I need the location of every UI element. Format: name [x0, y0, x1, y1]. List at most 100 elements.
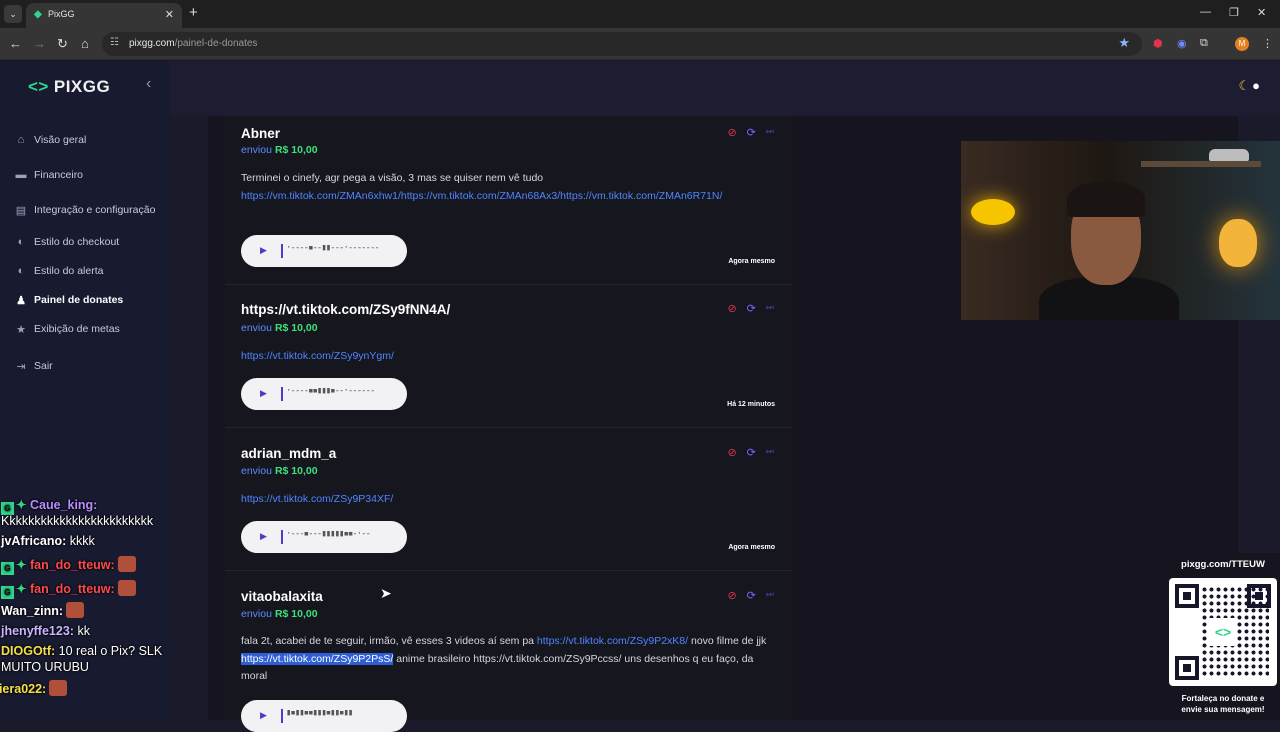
donation-amount-line: enviou R$ 10,00 [241, 608, 318, 620]
play-icon[interactable]: ▶ [260, 388, 267, 399]
sidebar-item-painel-donates[interactable]: ♟ Painel de donates [14, 290, 123, 310]
address-bar[interactable]: ☷ pixgg.com/painel-de-donates ★ [102, 32, 1142, 56]
tab-close-icon[interactable]: ✕ [165, 8, 174, 21]
play-icon[interactable]: ▶ [260, 245, 267, 256]
chat-message: Wan_zinn: [1, 602, 85, 618]
qr-url: pixgg.com/TTEUW [1181, 559, 1265, 570]
skip-icon[interactable]: ⏭ [766, 446, 774, 459]
audio-player[interactable]: ▶ ▮▪▮▮▪▪▮▮▮▪▮▮▪▮▮ [241, 700, 407, 732]
block-icon[interactable]: ⊘ [727, 589, 736, 602]
donation-time: Agora mesmo [728, 258, 775, 265]
webcam-lamp [1219, 219, 1257, 267]
minimize-icon[interactable]: — [1200, 6, 1211, 18]
replay-icon[interactable]: ⟳ [747, 302, 756, 315]
chat-message: MUITO URUBU [1, 660, 89, 674]
site-info-icon[interactable]: ☷ [110, 37, 119, 48]
top-bar: ☾ ● [170, 61, 1280, 116]
theme-toggle[interactable]: ☾ ● [1238, 78, 1260, 94]
donor-name: Abner [241, 126, 281, 141]
sidebar-item-estilo-checkout[interactable]: ◐ Estilo do checkout [14, 232, 120, 252]
skip-icon[interactable]: ⏭ [766, 126, 774, 139]
sidebar: <> PIXGG ‹ ⌂ Visão geral ▬ Financeiro ▤ Inte… [0, 61, 170, 720]
donation-amount: R$ 10,00 [274, 144, 318, 156]
emote-icon [117, 556, 136, 572]
audio-player[interactable]: ▶ ·----▪--▮▮---·------- [241, 235, 407, 267]
donation-card: vitaobalaxita enviou R$ 10,00 ⊘ ⟳ ⏭ fala … [225, 571, 792, 732]
sidebar-item-sair[interactable]: ⇥ Sair [14, 356, 52, 376]
donation-message: https://vt.tiktok.com/ZSy9P34XF/ [241, 491, 776, 509]
chat-message: DIOGOtf: 10 real o Pix? SLK [1, 644, 163, 658]
new-tab-icon[interactable]: + [189, 5, 198, 20]
replay-icon[interactable]: ⟳ [747, 589, 756, 602]
sidebar-item-estilo-alerta[interactable]: ◐ Estilo do alerta [14, 261, 104, 281]
audio-player[interactable]: ▶ ·---▪---▮▮▮▮▮▪▪-·-- [241, 521, 407, 553]
waveform-icon: ·----▪--▮▮---·------- [286, 243, 380, 253]
waveform-icon: ·---▪---▮▮▮▮▮▪▪-·-- [286, 529, 371, 539]
play-icon[interactable]: ▶ [260, 531, 267, 542]
webcam-lamp [971, 199, 1015, 225]
card-actions: ⊘ ⟳ ⏭ [727, 126, 774, 139]
chat-message: jhenyffe123: kk [1, 624, 90, 638]
replay-icon[interactable]: ⟳ [747, 446, 756, 459]
donor-name: vitaobalaxita [241, 589, 323, 604]
mouse-cursor-icon: ➤ [380, 585, 392, 601]
restore-icon[interactable]: ❐ [1229, 6, 1239, 19]
donor-name: https://vt.tiktok.com/ZSy9fNN4A/ [241, 302, 451, 317]
bookmark-star-icon[interactable]: ★ [1118, 35, 1130, 51]
emote-icon [66, 602, 85, 618]
media-cast-icon[interactable]: ◉ [1177, 37, 1187, 50]
home-icon[interactable]: ⌂ [81, 36, 89, 51]
audio-cursor[interactable] [281, 244, 283, 258]
audio-cursor[interactable] [281, 387, 283, 401]
palette-icon: ◐ [17, 265, 25, 277]
message-link-selected[interactable]: https://vt.tiktok.com/ZSy9P2PsS/ [241, 652, 394, 665]
qr-call-to-action: Fortaleça no donate e envie sua mensagem! [1181, 694, 1265, 714]
block-icon[interactable]: ⊘ [727, 302, 736, 315]
message-link[interactable]: https://vt.tiktok.com/ZSy9P2xK8/ [537, 635, 688, 647]
block-icon[interactable]: ⊘ [727, 126, 736, 139]
chat-message: viera022: [0, 680, 68, 696]
skip-icon[interactable]: ⏭ [766, 589, 774, 602]
card-actions: ⊘ ⟳ ⏭ [727, 446, 774, 459]
skip-icon[interactable]: ⏭ [766, 302, 774, 315]
sparkle-icon: ✦ [16, 582, 27, 596]
sidebar-item-visao-geral[interactable]: ⌂ Visão geral [14, 130, 87, 150]
menu-kebab-icon[interactable]: ⋮ [1262, 37, 1273, 50]
play-icon[interactable]: ▶ [260, 710, 267, 721]
donation-time: Há 12 minutos [727, 401, 775, 408]
qr-widget: pixgg.com/TTEUW <> Fortaleça no donate e… [1166, 553, 1280, 720]
url-text[interactable]: pixgg.com/painel-de-donates [129, 38, 257, 49]
qr-logo-icon: <> [1209, 618, 1237, 646]
waveform-icon: ▮▪▮▮▪▪▮▮▮▪▮▮▪▮▮ [286, 708, 353, 718]
waveform-icon: ·----▪▪▮▮▮▪--·------ [286, 386, 375, 396]
tab-search-dropdown-icon[interactable]: ⌄ [4, 5, 22, 23]
sidebar-item-financeiro[interactable]: ▬ Financeiro [14, 165, 84, 185]
audio-player[interactable]: ▶ ·----▪▪▮▮▮▪--·------ [241, 378, 407, 410]
donation-message: Terminei o cinefy, agr pega a visão, 3 m… [241, 172, 723, 202]
message-link[interactable]: https://vt.tiktok.com/ZSy9ynYgm/ [241, 350, 394, 362]
audio-cursor[interactable] [281, 709, 283, 723]
message-link[interactable]: https://vm.tiktok.com/ZMAn6xhw1/https://… [241, 190, 722, 202]
audio-cursor[interactable] [281, 530, 283, 544]
sparkle-icon: ✦ [16, 558, 27, 572]
tab-title: PixGG [48, 9, 75, 19]
extensions-puzzle-icon[interactable]: ⧉ [1200, 37, 1208, 50]
logout-icon: ⇥ [16, 360, 26, 373]
block-icon[interactable]: ⊘ [727, 446, 736, 459]
replay-icon[interactable]: ⟳ [747, 126, 756, 139]
extension-icon[interactable]: ⬢ [1153, 37, 1163, 50]
collapse-sidebar-icon[interactable]: ‹ [146, 75, 151, 93]
emote-icon [117, 580, 136, 596]
pixgg-logo[interactable]: <> PIXGG [28, 77, 110, 97]
forward-icon[interactable]: → [33, 36, 46, 51]
browser-tab[interactable]: ◆ PixGG ✕ [26, 3, 182, 28]
reload-icon[interactable]: ↻ [57, 36, 68, 52]
donation-message: https://vt.tiktok.com/ZSy9ynYgm/ [241, 348, 776, 366]
profile-avatar[interactable]: M [1235, 37, 1249, 51]
message-link[interactable]: https://vt.tiktok.com/ZSy9P34XF/ [241, 493, 393, 505]
window-close-icon[interactable]: ✕ [1257, 6, 1266, 19]
back-icon[interactable]: ← [9, 36, 22, 51]
sidebar-item-exibicao-metas[interactable]: ★ Exibição de metas [14, 319, 120, 339]
sidebar-item-integracao[interactable]: ▤ Integração e configuração [14, 200, 156, 220]
webcam-person-hair [1067, 181, 1145, 217]
